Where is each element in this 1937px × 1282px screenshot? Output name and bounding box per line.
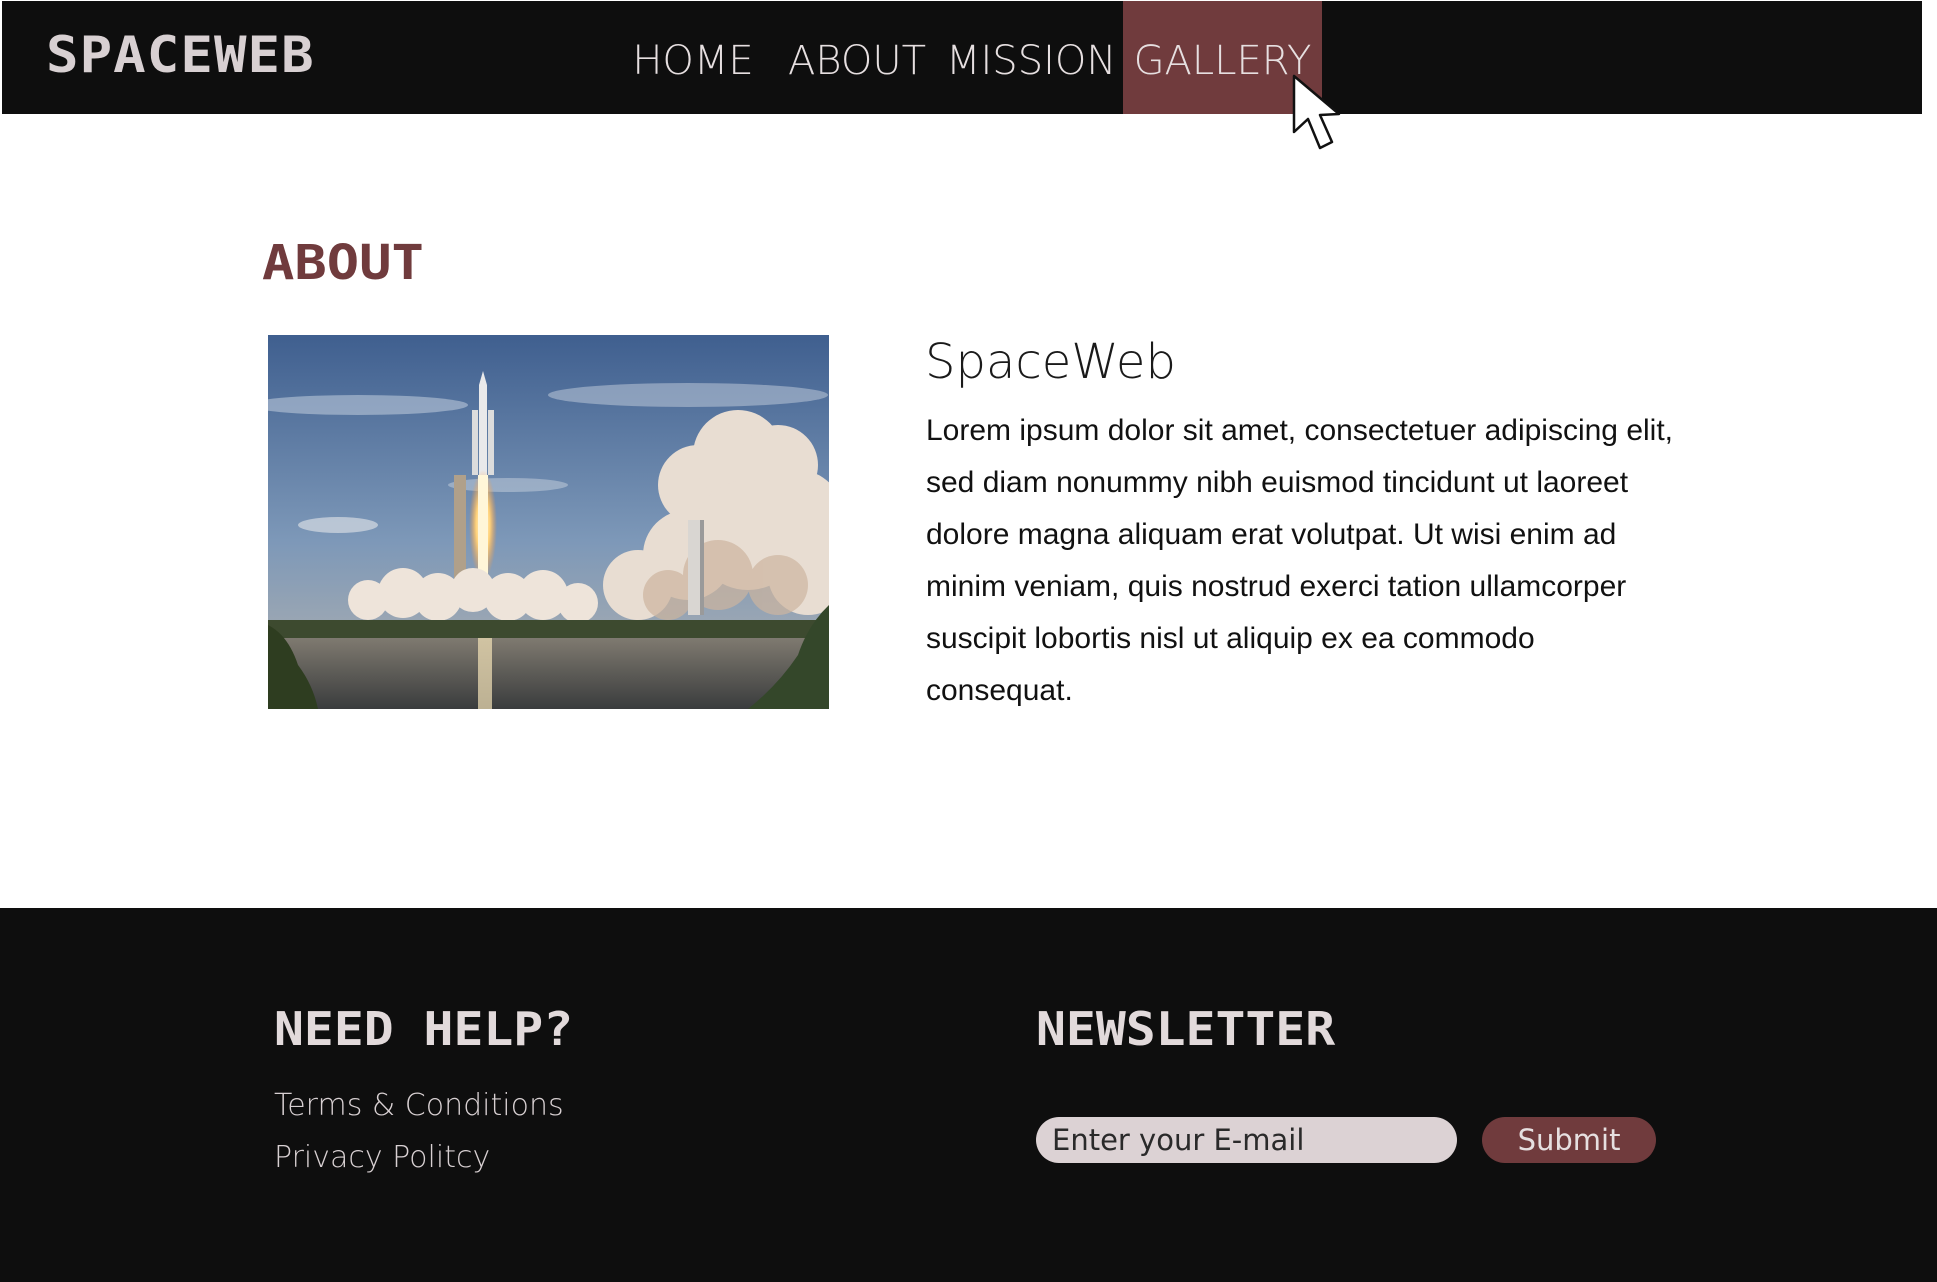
- newsletter-heading: NEWSLETTER: [1036, 1002, 1336, 1056]
- newsletter-submit-button[interactable]: Submit: [1482, 1117, 1656, 1163]
- top-navigation-bar: SPACEWEB HOME ABOUT MISSION GALLERY: [2, 1, 1922, 114]
- about-section-heading: ABOUT: [262, 235, 424, 291]
- need-help-heading: NEED HELP?: [274, 1002, 574, 1056]
- nav-about[interactable]: ABOUT: [788, 1, 926, 114]
- rocket-launch-image: [268, 335, 829, 709]
- mouse-pointer-icon: [1292, 74, 1341, 150]
- newsletter-email-input[interactable]: [1036, 1117, 1457, 1163]
- terms-conditions-link[interactable]: Terms & Conditions: [274, 1086, 564, 1126]
- privacy-policy-link[interactable]: Privacy Politcy: [274, 1138, 490, 1178]
- nav-home[interactable]: HOME: [629, 1, 757, 114]
- footer: NEED HELP? Terms & Conditions Privacy Po…: [0, 908, 1937, 1282]
- about-body-text: Lorem ipsum dolor sit amet, consectetuer…: [926, 414, 1674, 707]
- about-title: SpaceWeb: [925, 334, 1176, 390]
- site-logo[interactable]: SPACEWEB: [46, 29, 315, 81]
- nav-mission[interactable]: MISSION: [946, 1, 1116, 114]
